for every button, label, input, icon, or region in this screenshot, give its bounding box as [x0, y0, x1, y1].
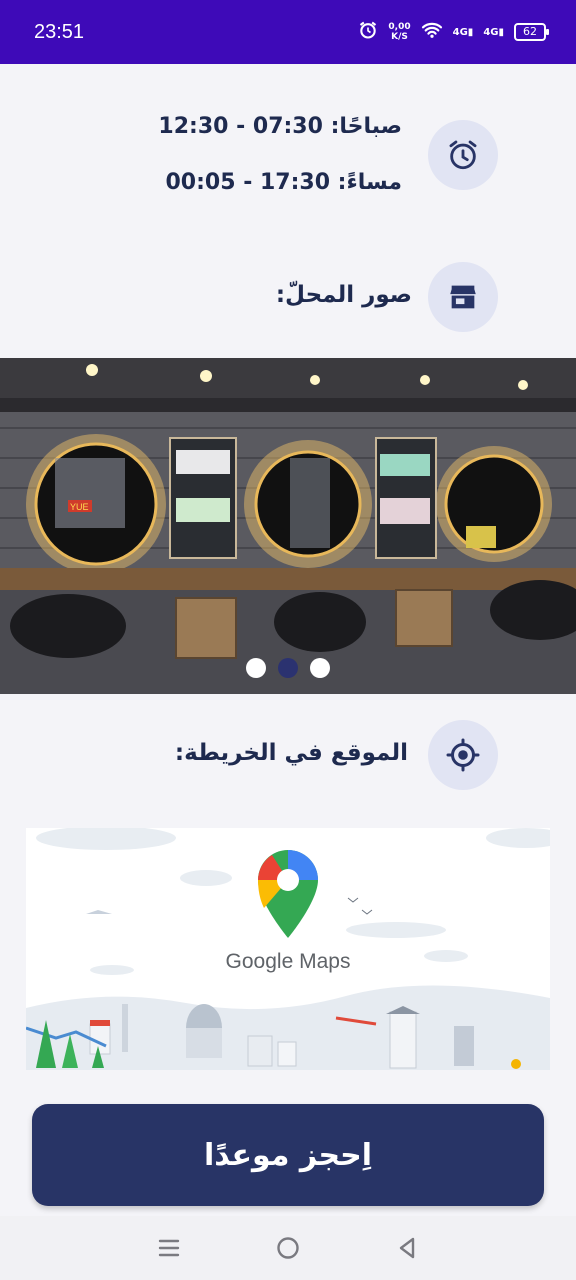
alarm-clock-icon: [428, 120, 498, 190]
home-nav-icon[interactable]: [268, 1228, 308, 1268]
working-hours-section: صباحًا: 07:30 - 12:30 مساءً: 17:30 - 00:…: [0, 100, 576, 210]
book-appointment-button[interactable]: اِحجز موعدًا: [32, 1104, 544, 1206]
carousel-dot-3[interactable]: [310, 658, 330, 678]
shop-photo: YUE: [0, 358, 576, 694]
status-icons: 0,00 K/S 4G▮ 4G▮ 62: [358, 20, 549, 44]
carousel-indicators: [0, 658, 576, 678]
wifi-icon: [421, 21, 443, 43]
battery-icon: 62: [514, 23, 549, 41]
network-speed: 0,00 K/S: [388, 22, 410, 42]
google-maps-preview[interactable]: Google Maps: [26, 828, 550, 1070]
google-maps-label: Google Maps: [225, 950, 351, 973]
store-icon: [428, 262, 498, 332]
evening-hours: مساءً: 17:30 - 00:05: [165, 170, 403, 195]
speed-unit: K/S: [391, 32, 408, 42]
carousel-dot-2[interactable]: [278, 658, 298, 678]
shop-photos-title: صور المحلّ:: [275, 282, 412, 308]
carousel-dot-1[interactable]: [246, 658, 266, 678]
morning-hours: صباحًا: 07:30 - 12:30: [158, 114, 402, 139]
back-nav-icon[interactable]: [387, 1228, 427, 1268]
map-section-title: الموقع في الخريطة:: [174, 740, 408, 766]
signal-icon-1: 4G▮: [452, 26, 474, 38]
shop-photos-carousel[interactable]: YUE: [0, 358, 576, 694]
shop-photo-sign: YUE: [70, 502, 89, 512]
status-time: 23:51: [34, 20, 85, 43]
map-illustration: [26, 828, 550, 1070]
status-bar: 23:51 0,00 K/S 4G▮ 4G▮ 62: [0, 0, 576, 64]
system-navigation-bar: [0, 1216, 576, 1280]
signal-icon-2: 4G▮: [483, 26, 504, 38]
alarm-status-icon: [358, 20, 378, 44]
menu-nav-icon[interactable]: [149, 1228, 189, 1268]
speed-value: 0,00: [388, 22, 411, 32]
location-target-icon: [428, 720, 498, 790]
